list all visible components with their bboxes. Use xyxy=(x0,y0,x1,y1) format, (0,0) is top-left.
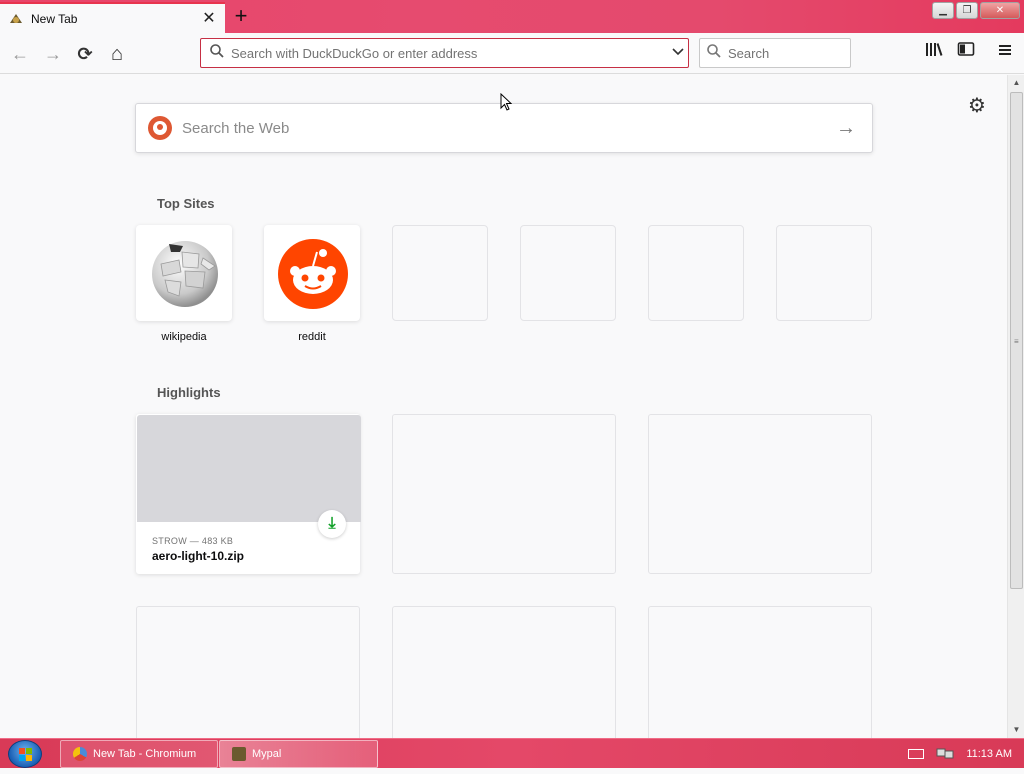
highlight-thumbnail xyxy=(137,415,361,522)
taskbar-item-label: Mypal xyxy=(252,748,282,760)
top-sites-heading: Top Sites xyxy=(157,196,215,211)
duckduckgo-logo-icon xyxy=(148,116,172,140)
search-icon xyxy=(706,43,722,64)
highlight-card-empty xyxy=(136,606,360,738)
tab-new-tab[interactable]: New Tab ✕ xyxy=(0,2,225,33)
vertical-scrollbar[interactable]: ▲ ≡ ▼ xyxy=(1007,75,1024,738)
top-site-reddit[interactable] xyxy=(264,225,360,321)
chromium-icon xyxy=(73,747,87,761)
address-bar[interactable]: Search with DuckDuckGo or enter address xyxy=(200,38,689,68)
search-icon xyxy=(209,43,225,64)
library-icon[interactable] xyxy=(922,41,946,65)
scrollbar-grip-icon: ≡ xyxy=(1014,337,1019,346)
restore-button[interactable]: ❐ xyxy=(956,2,978,19)
start-button[interactable] xyxy=(8,740,42,768)
search-submit-arrow-icon[interactable]: → xyxy=(836,117,856,140)
minimize-button[interactable]: ▁ xyxy=(932,2,954,19)
home-button[interactable]: ⌂ xyxy=(104,41,130,67)
search-field-placeholder: Search xyxy=(728,45,770,61)
new-tab-button[interactable]: + xyxy=(229,5,253,29)
clock[interactable]: 11:13 AM xyxy=(966,748,1012,760)
scroll-up-arrow-icon[interactable]: ▲ xyxy=(1008,75,1024,91)
top-site-empty xyxy=(392,225,488,321)
top-site-wikipedia[interactable] xyxy=(136,225,232,321)
highlight-card-empty xyxy=(392,606,616,738)
address-bar-placeholder: Search with DuckDuckGo or enter address xyxy=(231,45,478,61)
highlight-card-empty xyxy=(392,414,616,574)
highlight-card[interactable]: ⤓ STROW — 483 KB aero-light-10.zip xyxy=(136,414,361,574)
reddit-alien-icon xyxy=(277,238,349,315)
navigation-toolbar: ← → ⟳ ⌂ Search with DuckDuckGo or enter … xyxy=(0,33,1024,74)
tab-close-icon[interactable]: ✕ xyxy=(199,9,219,29)
mypal-favicon-icon xyxy=(8,11,24,27)
forward-button[interactable]: → xyxy=(40,41,66,67)
chevron-down-icon[interactable] xyxy=(668,47,688,59)
highlight-card-empty xyxy=(648,414,872,574)
back-button[interactable]: ← xyxy=(7,41,33,67)
tab-bar: New Tab ✕ + ▁ ❐ ✕ xyxy=(0,0,1024,33)
top-site-empty xyxy=(520,225,616,321)
scrollbar-thumb[interactable]: ≡ xyxy=(1010,92,1023,589)
settings-gear-icon[interactable]: ⚙ xyxy=(966,95,988,117)
system-tray: 11:13 AM xyxy=(908,739,1012,769)
reload-button[interactable]: ⟳ xyxy=(72,41,98,67)
top-site-empty xyxy=(648,225,744,321)
network-icon[interactable] xyxy=(936,746,954,763)
highlight-title: aero-light-10.zip xyxy=(152,549,245,563)
top-site-wikipedia-label: wikipedia xyxy=(161,331,207,343)
highlight-meta: STROW — 483 KB xyxy=(152,536,234,546)
scroll-down-arrow-icon[interactable]: ▼ xyxy=(1008,722,1024,738)
new-tab-page: ⚙ Search the Web → Top Sites wikipedia r… xyxy=(0,75,1007,738)
keyboard-icon[interactable] xyxy=(908,749,925,759)
windows-taskbar: New Tab - Chromium Mypal 11:13 AM xyxy=(0,738,1024,768)
highlights-heading: Highlights xyxy=(157,385,221,400)
search-field[interactable]: Search xyxy=(699,38,851,68)
wikipedia-globe-icon xyxy=(149,238,221,315)
taskbar-item-chromium[interactable]: New Tab - Chromium xyxy=(60,740,218,768)
highlight-card-empty xyxy=(648,606,872,738)
window-controls: ▁ ❐ ✕ xyxy=(932,2,1020,19)
taskbar-item-mypal[interactable]: Mypal xyxy=(219,740,378,768)
close-window-button[interactable]: ✕ xyxy=(980,2,1020,19)
top-site-empty xyxy=(776,225,872,321)
tab-title: New Tab xyxy=(31,11,78,26)
menu-icon[interactable] xyxy=(993,41,1017,65)
mypal-icon xyxy=(232,747,246,761)
web-search-placeholder: Search the Web xyxy=(182,119,290,137)
taskbar-item-label: New Tab - Chromium xyxy=(93,748,197,760)
sidebar-icon[interactable] xyxy=(954,41,978,65)
mouse-cursor-icon xyxy=(500,92,513,111)
download-icon: ⤓ xyxy=(318,510,346,538)
top-site-reddit-label: reddit xyxy=(298,331,326,343)
